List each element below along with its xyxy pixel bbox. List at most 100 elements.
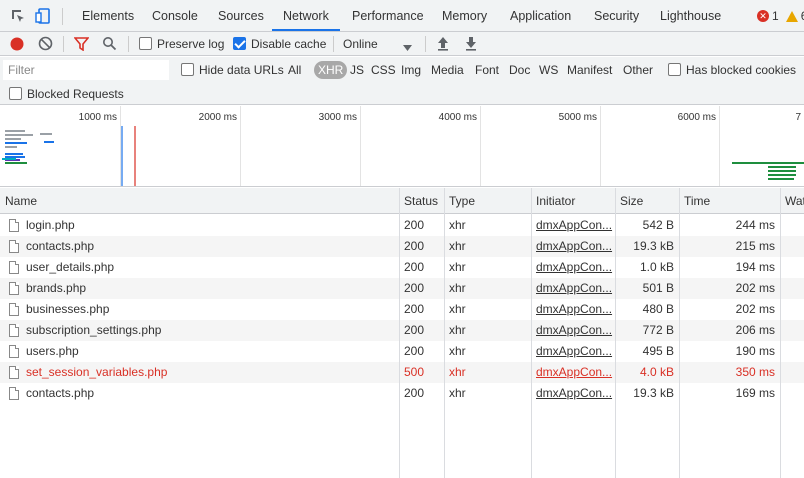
cell-size: 772 B — [642, 323, 674, 337]
column-header-name[interactable]: Name — [0, 188, 399, 214]
tab-lighthouse[interactable]: Lighthouse — [660, 0, 721, 31]
chevron-down-icon[interactable] — [403, 40, 412, 54]
cell-status: 200 — [404, 260, 425, 274]
cell-name: user_details.php — [26, 260, 115, 274]
type-filter-manifest[interactable]: Manifest — [564, 61, 615, 79]
column-header-waterfall[interactable]: Wat — [780, 188, 804, 214]
type-filter-doc[interactable]: Doc — [506, 61, 533, 79]
cell-time: 169 ms — [735, 386, 775, 400]
column-header-status[interactable]: Status — [399, 188, 444, 214]
tab-application[interactable]: Application — [510, 0, 571, 31]
table-row[interactable]: users.php 200 xhr dmxAppCon... 495 B 190 ms — [0, 341, 804, 362]
toolbar-separator — [63, 36, 64, 52]
console-issues-badge[interactable]: ✕ 1 6 — [757, 9, 804, 23]
cell-status: 200 — [404, 281, 425, 295]
cell-name: users.php — [26, 344, 79, 358]
record-icon[interactable] — [9, 36, 25, 55]
type-filter-other[interactable]: Other — [620, 61, 656, 79]
tab-sources[interactable]: Sources — [218, 0, 264, 31]
cell-initiator[interactable]: dmxAppCon... — [531, 236, 615, 257]
column-divider — [679, 188, 680, 478]
network-toolbar: Preserve log Disable cache Online — [0, 32, 804, 56]
import-har-icon[interactable] — [437, 36, 449, 54]
tab-performance[interactable]: Performance — [352, 0, 424, 31]
cell-status: 200 — [404, 302, 425, 316]
filter-input[interactable] — [3, 60, 169, 80]
search-icon[interactable] — [102, 36, 117, 54]
preserve-log-checkbox[interactable] — [139, 37, 152, 50]
type-filter-js[interactable]: JS — [347, 61, 367, 79]
cell-name: contacts.php — [26, 386, 95, 400]
filter-bar: Hide data URLs All XHR JS CSS Img Media … — [0, 57, 804, 105]
table-row[interactable]: contacts.php 200 xhr dmxAppCon... 19.3 kB 169… — [0, 383, 804, 404]
overview-request-bars — [2, 130, 54, 164]
type-filter-media[interactable]: Media — [428, 61, 467, 79]
tab-security[interactable]: Security — [594, 0, 639, 31]
cell-initiator[interactable]: dmxAppCon... — [531, 215, 615, 236]
cell-initiator[interactable]: dmxAppCon... — [531, 383, 615, 404]
column-header-type[interactable]: Type — [444, 188, 531, 214]
cell-type: xhr — [449, 239, 466, 253]
cell-type: xhr — [449, 386, 466, 400]
table-header: Name Status Type Initiator Size Time Wat — [0, 188, 804, 214]
column-header-size[interactable]: Size — [615, 188, 679, 214]
table-row[interactable]: user_details.php 200 xhr dmxAppCon... 1.0 kB… — [0, 257, 804, 278]
table-row[interactable]: set_session_variables.php 500 xhr dmxAppCon… — [0, 362, 804, 383]
export-har-icon[interactable] — [465, 36, 477, 54]
device-toolbar-icon[interactable] — [35, 7, 53, 25]
cell-type: xhr — [449, 365, 466, 379]
cell-initiator[interactable]: dmxAppCon... — [531, 299, 615, 320]
type-filter-ws[interactable]: WS — [536, 61, 561, 79]
column-divider — [399, 188, 400, 478]
cell-status: 200 — [404, 386, 425, 400]
cell-name: brands.php — [26, 281, 87, 295]
disable-cache-checkbox[interactable] — [233, 37, 246, 50]
error-count: 1 — [772, 9, 779, 23]
blocked-requests-checkbox[interactable] — [9, 87, 22, 100]
table-row[interactable]: subscription_settings.php 200 xhr dmxAppCon… — [0, 320, 804, 341]
cell-status: 500 — [404, 365, 425, 379]
table-row[interactable]: contacts.php 200 xhr dmxAppCon... 19.3 kB 215… — [0, 236, 804, 257]
cell-type: xhr — [449, 260, 466, 274]
column-header-time[interactable]: Time — [679, 188, 780, 214]
network-overview[interactable]: 1000 ms 2000 ms 3000 ms 4000 ms 5000 ms … — [0, 106, 804, 187]
toolbar-separator — [425, 36, 426, 52]
type-filter-font[interactable]: Font — [472, 61, 502, 79]
cell-initiator[interactable]: dmxAppCon... — [531, 362, 615, 383]
cell-initiator[interactable]: dmxAppCon... — [531, 320, 615, 341]
blocked-requests-label: Blocked Requests — [27, 87, 124, 101]
inspect-element-icon[interactable] — [9, 7, 27, 25]
table-row[interactable]: businesses.php 200 xhr dmxAppCon... 480 B 202… — [0, 299, 804, 320]
column-divider — [615, 188, 616, 478]
throttling-select[interactable]: Online — [343, 37, 378, 51]
type-filter-all[interactable]: All — [285, 61, 304, 79]
hide-data-urls-checkbox[interactable] — [181, 63, 194, 76]
tab-elements[interactable]: Elements — [82, 0, 134, 31]
warning-icon — [785, 10, 798, 22]
cell-size: 495 B — [642, 344, 674, 358]
clear-icon[interactable] — [38, 36, 53, 54]
tab-network[interactable]: Network — [272, 0, 340, 31]
has-blocked-cookies-checkbox[interactable] — [668, 63, 681, 76]
filter-icon[interactable] — [73, 37, 90, 54]
toolbar-separator — [128, 36, 129, 52]
column-divider — [531, 188, 532, 478]
cell-type: xhr — [449, 323, 466, 337]
type-filter-css[interactable]: CSS — [368, 61, 399, 79]
cell-time: 202 ms — [735, 302, 775, 316]
type-filter-xhr[interactable]: XHR — [314, 61, 348, 79]
column-header-initiator[interactable]: Initiator — [531, 188, 615, 214]
table-row[interactable]: login.php 200 xhr dmxAppCon... 542 B 244 ms — [0, 215, 804, 236]
cell-initiator[interactable]: dmxAppCon... — [531, 341, 615, 362]
cell-status: 200 — [404, 218, 425, 232]
cell-initiator[interactable]: dmxAppCon... — [531, 278, 615, 299]
type-filter-img[interactable]: Img — [398, 61, 424, 79]
column-divider — [780, 188, 781, 478]
cell-initiator[interactable]: dmxAppCon... — [531, 257, 615, 278]
overview-late-bars — [732, 162, 804, 180]
cell-size: 542 B — [642, 218, 674, 232]
cell-size: 4.0 kB — [639, 365, 674, 379]
tab-console[interactable]: Console — [152, 0, 198, 31]
tab-memory[interactable]: Memory — [442, 0, 487, 31]
table-row[interactable]: brands.php 200 xhr dmxAppCon... 501 B 202 ms — [0, 278, 804, 299]
